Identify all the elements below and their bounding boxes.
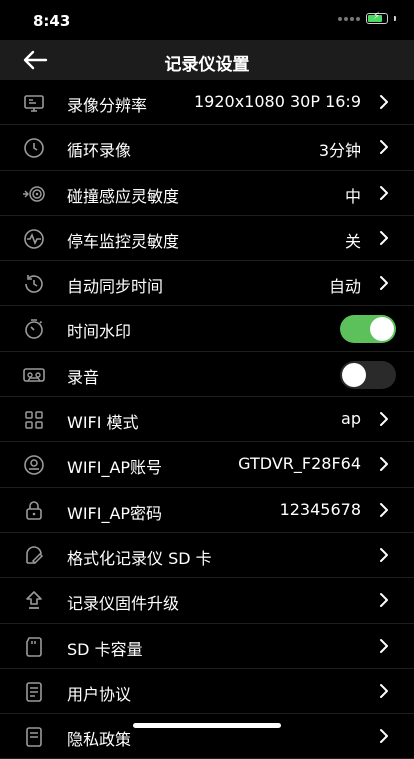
settings-row-label: 停车监控灵敏度: [67, 231, 180, 251]
toggle-knob: [342, 362, 366, 387]
settings-row-value: 12345678: [279, 499, 361, 519]
settings-row-label: 时间水印: [67, 322, 132, 342]
settings-row-value: 自动: [328, 277, 361, 297]
settings-row-value: ap: [341, 409, 361, 429]
settings-row-label: 隐私政策: [67, 730, 132, 750]
video-resolution-icon: [22, 91, 46, 115]
status-bar: 8:43 ⚡: [0, 0, 414, 40]
collision-sensor-icon: [22, 182, 46, 206]
chevron-right-icon: [379, 456, 389, 472]
battery-cap: [394, 16, 396, 21]
settings-row-collision-sensitivity[interactable]: 碰撞感应灵敏度 中: [0, 171, 414, 216]
toggle-knob: [370, 317, 394, 342]
settings-row-loop-record[interactable]: 循环录像 3分钟: [0, 125, 414, 171]
chevron-right-icon: [379, 275, 389, 291]
settings-row-value: 3分钟: [318, 141, 361, 161]
user-circle-icon: [22, 453, 46, 477]
settings-row-value: GTDVR_F28F64: [238, 454, 361, 474]
tape-icon: [22, 363, 46, 387]
document-icon: [22, 680, 46, 704]
chevron-right-icon: [379, 411, 389, 427]
settings-row-wifi-ap-password[interactable]: WIFI_AP密码 12345678: [0, 488, 414, 533]
settings-row-label: 格式化记录仪 SD 卡: [67, 548, 212, 568]
clock-icon: [22, 136, 46, 160]
stopwatch-icon: [22, 317, 46, 341]
settings-toggle-time-watermark[interactable]: [340, 315, 396, 344]
settings-list: 录像分辨率 1920x1080 30P 16:9 循环录像 3分钟碰撞感应灵敏度 中停车…: [0, 80, 414, 759]
format-disk-icon: [22, 544, 46, 568]
page-title: 记录仪设置: [164, 55, 250, 75]
settings-row-value: 关: [344, 231, 361, 251]
settings-row-parking-monitor[interactable]: 停车监控灵敏度 关: [0, 216, 414, 262]
settings-row-label: 录音: [67, 367, 100, 387]
chevron-right-icon: [379, 683, 389, 699]
chevron-right-icon: [379, 185, 389, 201]
settings-row-user-agreement[interactable]: 用户协议: [0, 669, 414, 715]
status-indicators: ⚡: [338, 11, 396, 24]
signal-icon: [338, 16, 360, 21]
nav-bar: 记录仪设置: [0, 40, 414, 80]
chevron-right-icon: [379, 728, 389, 744]
settings-row-label: 循环录像: [67, 141, 132, 161]
home-indicator: [133, 723, 281, 728]
chevron-right-icon: [379, 230, 389, 246]
settings-row-label: 录像分辨率: [67, 96, 148, 115]
settings-row-time-watermark: 时间水印: [0, 306, 414, 352]
status-time: 8:43: [33, 12, 71, 30]
settings-row-label: WIFI_AP密码: [67, 503, 163, 523]
settings-row-value: 中: [344, 186, 361, 206]
lock-icon: [22, 499, 46, 523]
settings-row-format-sd[interactable]: 格式化记录仪 SD 卡: [0, 533, 414, 579]
pulse-icon: [22, 227, 46, 251]
settings-row-label: WIFI 模式: [67, 413, 139, 433]
chevron-right-icon: [379, 502, 389, 518]
settings-row-firmware-upgrade[interactable]: 记录仪固件升级: [0, 578, 414, 624]
chevron-right-icon: [379, 547, 389, 563]
settings-row-wifi-ap-account[interactable]: WIFI_AP账号 GTDVR_F28F64: [0, 442, 414, 488]
history-clock-icon: [22, 272, 46, 296]
settings-row-value: 1920x1080 30P 16:9: [193, 92, 361, 111]
settings-row-label: WIFI_AP账号: [67, 458, 163, 478]
chevron-right-icon: [379, 139, 389, 155]
privacy-document-icon: [22, 725, 46, 749]
settings-row-resolution[interactable]: 录像分辨率 1920x1080 30P 16:9: [0, 80, 414, 126]
chevron-right-icon: [379, 638, 389, 654]
upgrade-arrow-icon: [22, 589, 46, 613]
chevron-right-icon: [379, 94, 389, 110]
sd-card-icon: [22, 635, 46, 659]
settings-row-label: 碰撞感应灵敏度: [67, 186, 180, 206]
settings-row-label: 记录仪固件升级: [67, 594, 180, 614]
settings-row-auto-sync-time[interactable]: 自动同步时间 自动: [0, 261, 414, 307]
settings-row-privacy-policy[interactable]: 隐私政策: [0, 714, 414, 759]
grid-icon: [22, 408, 46, 432]
settings-row-wifi-mode[interactable]: WIFI 模式 ap: [0, 397, 414, 443]
battery-icon: ⚡: [366, 11, 388, 24]
chevron-right-icon: [379, 592, 389, 608]
settings-row-label: SD 卡容量: [67, 639, 143, 659]
settings-row-sd-capacity[interactable]: SD 卡容量: [0, 624, 414, 669]
settings-row-record-audio: 录音: [0, 352, 414, 398]
settings-toggle-record-audio[interactable]: [340, 360, 396, 389]
settings-row-label: 用户协议: [67, 684, 132, 704]
settings-row-label: 自动同步时间: [67, 277, 164, 297]
